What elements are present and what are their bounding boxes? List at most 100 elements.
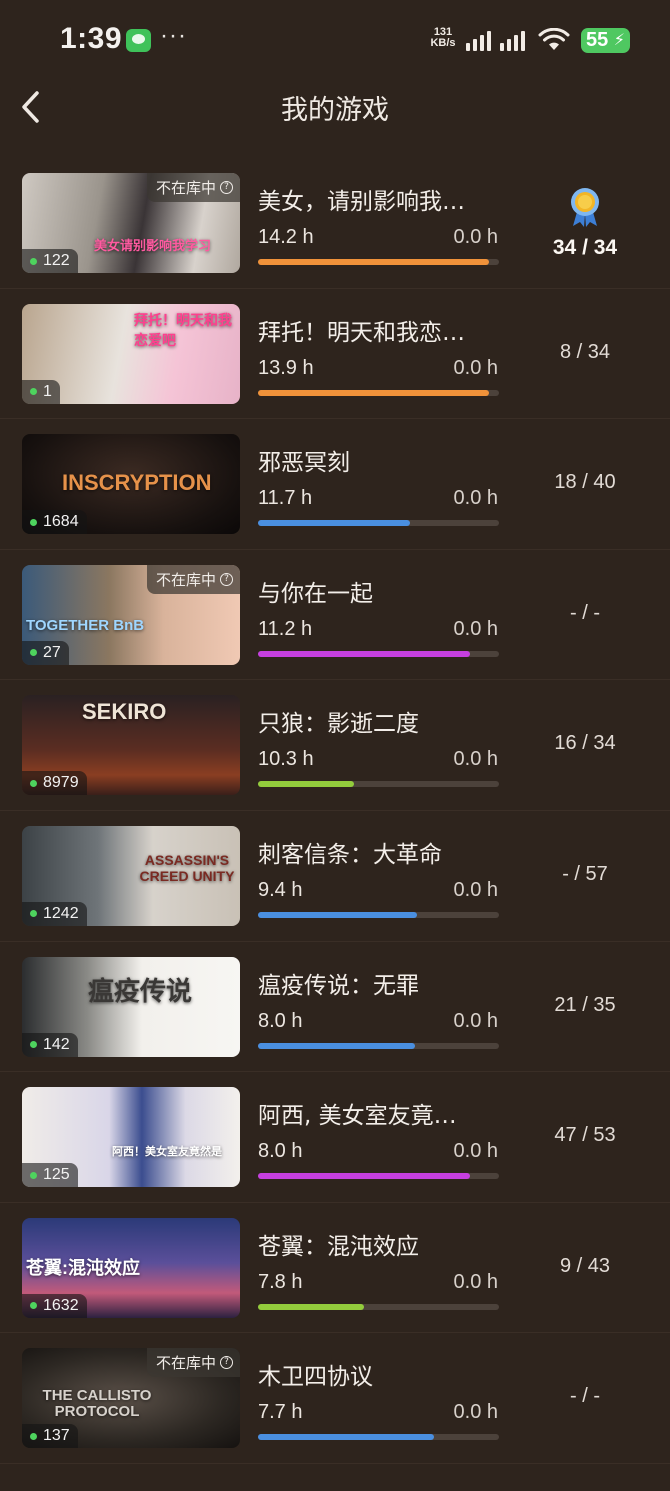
total-playtime: 7.7 h bbox=[258, 1401, 303, 1424]
playtime-progress-bar bbox=[258, 259, 499, 265]
game-cover-image[interactable]: 美女请别影响我学习 不在库中? 122 bbox=[22, 173, 240, 273]
playtime-progress-fill bbox=[258, 389, 490, 396]
total-playtime: 14.2 h bbox=[258, 226, 314, 248]
online-players-count: 125 bbox=[43, 1166, 70, 1184]
total-playtime: 11.7 h bbox=[258, 487, 313, 510]
game-row[interactable]: 苍翼:混沌效应 1632 苍翼：混沌效应 7.8 h 0.0 h 9 / 43 bbox=[0, 1203, 670, 1334]
game-row[interactable]: 拜托！明天和我恋爱吧 1 拜托！明天和我恋… 13.9 h 0.0 h 8 / 34 bbox=[0, 289, 670, 420]
playtime-progress-bar bbox=[258, 1434, 499, 1441]
game-cover-image[interactable]: INSCRYPTION 1684 bbox=[22, 434, 240, 535]
game-row[interactable]: 瘟疫传说 142 瘟疫传说：无罪 8.0 h 0.0 h 21 / 35 bbox=[0, 942, 670, 1073]
online-players-count: 137 bbox=[43, 1427, 70, 1445]
online-players-badge: 8979 bbox=[22, 771, 87, 796]
help-icon[interactable]: ? bbox=[220, 1356, 233, 1370]
playtime-progress-fill bbox=[258, 1042, 415, 1049]
game-list: 美女请别影响我学习 不在库中? 122 美女，请别影响我… 14.2 h 0.0 h 34 … bbox=[0, 158, 670, 1464]
online-dot-icon bbox=[30, 1432, 37, 1440]
online-players-count: 1 bbox=[43, 382, 52, 400]
not-in-library-badge: 不在库中? bbox=[146, 173, 240, 202]
achievement-progress: - / 57 bbox=[562, 862, 608, 885]
achievement-progress: - / - bbox=[570, 1385, 600, 1408]
game-row[interactable]: ASSASSIN'S CREED UNITY 1242 刺客信条：大革命 9.4 h 0… bbox=[0, 811, 670, 942]
game-cover-image[interactable]: ASSASSIN'S CREED UNITY 1242 bbox=[22, 825, 240, 926]
game-row[interactable]: TOGETHER BnB 不在库中? 27 与你在一起 11.2 h 0.0 h - / - bbox=[0, 550, 670, 681]
not-in-library-badge: 不在库中? bbox=[146, 564, 240, 594]
online-players-badge: 122 bbox=[22, 249, 78, 273]
status-time: 1:39 bbox=[60, 22, 123, 55]
total-playtime: 13.9 h bbox=[258, 356, 314, 379]
playtime-progress-bar bbox=[258, 1173, 499, 1180]
recent-playtime: 0.0 h bbox=[453, 617, 498, 640]
playtime-progress-fill bbox=[258, 911, 418, 918]
achievement-progress: 9 / 43 bbox=[559, 1254, 611, 1277]
playtime-progress-bar bbox=[258, 781, 499, 788]
playtime-progress-fill bbox=[258, 650, 471, 657]
online-dot-icon bbox=[30, 1041, 37, 1049]
game-cover-image[interactable]: 苍翼:混沌效应 1632 bbox=[22, 1217, 240, 1318]
achievement-progress: 16 / 34 bbox=[554, 732, 616, 755]
achievement-progress: 21 / 35 bbox=[554, 993, 616, 1016]
online-players-badge: 1 bbox=[22, 379, 60, 404]
online-dot-icon bbox=[30, 1171, 37, 1179]
recent-playtime: 0.0 h bbox=[453, 1140, 498, 1163]
recent-playtime: 0.0 h bbox=[453, 878, 498, 901]
cover-title-art: ASSASSIN'S CREED UNITY bbox=[139, 851, 235, 884]
cover-title-art: 苍翼:混沌效应 bbox=[26, 1257, 140, 1278]
battery-indicator: 55 ⚡ bbox=[581, 28, 630, 53]
playtime-progress-fill bbox=[258, 781, 355, 788]
game-row[interactable]: THE CALLISTO PROTOCOL 不在库中? 137 木卫四协议 7.7 h0… bbox=[0, 1333, 670, 1464]
game-row[interactable]: SEKIRO 8979 只狼：影逝二度 10.3 h 0.0 h 16 / 34 bbox=[0, 680, 670, 811]
game-name: 美女，请别影响我… bbox=[258, 189, 465, 215]
online-dot-icon bbox=[30, 649, 37, 657]
game-row[interactable]: 美女请别影响我学习 不在库中? 122 美女，请别影响我… 14.2 h 0.0 h 34 … bbox=[0, 158, 670, 289]
game-cover-image[interactable]: 拜托！明天和我恋爱吧 1 bbox=[22, 303, 240, 404]
recent-playtime: 0.0 h bbox=[453, 226, 498, 248]
cover-title-art: 拜托！明天和我恋爱吧 bbox=[134, 311, 232, 348]
online-players-count: 1242 bbox=[43, 904, 79, 922]
playtime-progress-bar bbox=[258, 650, 499, 657]
game-row[interactable]: INSCRYPTION 1684 邪恶冥刻 11.7 h 0.0 h 18 / 40 bbox=[0, 419, 670, 550]
online-players-count: 1684 bbox=[43, 513, 79, 531]
online-dot-icon bbox=[30, 1302, 37, 1310]
total-playtime: 7.8 h bbox=[258, 1270, 303, 1293]
playtime-progress-bar bbox=[258, 1042, 499, 1049]
game-cover-image[interactable]: SEKIRO 8979 bbox=[22, 695, 240, 796]
game-name: 与你在一起 bbox=[258, 580, 373, 607]
playtime-progress-fill bbox=[258, 1434, 434, 1441]
network-speed: 131 KB/s bbox=[425, 27, 461, 49]
achievement-progress: 8 / 34 bbox=[559, 340, 611, 363]
online-dot-icon bbox=[30, 388, 37, 396]
online-players-count: 122 bbox=[43, 252, 70, 269]
game-cover-image[interactable]: 瘟疫传说 142 bbox=[22, 956, 240, 1057]
nav-bar: 我的游戏 bbox=[0, 80, 670, 132]
online-players-count: 27 bbox=[43, 643, 61, 661]
help-icon[interactable]: ? bbox=[220, 181, 233, 194]
total-playtime: 8.0 h bbox=[258, 1140, 303, 1163]
recent-playtime: 0.0 h bbox=[453, 1401, 498, 1424]
game-cover-image[interactable]: TOGETHER BnB 不在库中? 27 bbox=[22, 564, 240, 665]
help-icon[interactable]: ? bbox=[220, 572, 233, 586]
cover-title-art: THE CALLISTO PROTOCOL bbox=[42, 1387, 152, 1421]
perfect-achievement-medal-icon bbox=[571, 188, 599, 227]
online-dot-icon bbox=[30, 257, 37, 265]
status-bar: 1:39 ··· 131 KB/s 55 ⚡ bbox=[0, 0, 670, 80]
recent-playtime: 0.0 h bbox=[453, 487, 498, 510]
game-cover-image[interactable]: 阿西！美女室友竟然是 125 bbox=[22, 1087, 240, 1188]
signal-icon bbox=[466, 31, 491, 51]
more-notifications-icon: ··· bbox=[160, 22, 187, 49]
game-cover-image[interactable]: THE CALLISTO PROTOCOL 不在库中? 137 bbox=[22, 1348, 240, 1449]
online-players-count: 1632 bbox=[43, 1296, 79, 1314]
playtime-progress-bar bbox=[258, 389, 499, 396]
total-playtime: 9.4 h bbox=[258, 878, 303, 901]
game-row[interactable]: 阿西！美女室友竟然是 125 阿西, 美女室友竟… 8.0 h 0.0 h 47 / 53 bbox=[0, 1072, 670, 1203]
wifi-icon bbox=[538, 28, 570, 50]
cover-title-art: SEKIRO bbox=[82, 699, 167, 725]
online-dot-icon bbox=[30, 779, 37, 787]
recent-playtime: 0.0 h bbox=[453, 1270, 498, 1293]
game-name: 瘟疫传说：无罪 bbox=[258, 972, 419, 999]
cover-title-art: INSCRYPTION bbox=[62, 470, 212, 496]
cover-title-art: TOGETHER BnB bbox=[26, 616, 145, 634]
online-dot-icon bbox=[30, 910, 37, 918]
total-playtime: 11.2 h bbox=[258, 617, 313, 640]
game-name: 刺客信条：大革命 bbox=[258, 841, 442, 868]
